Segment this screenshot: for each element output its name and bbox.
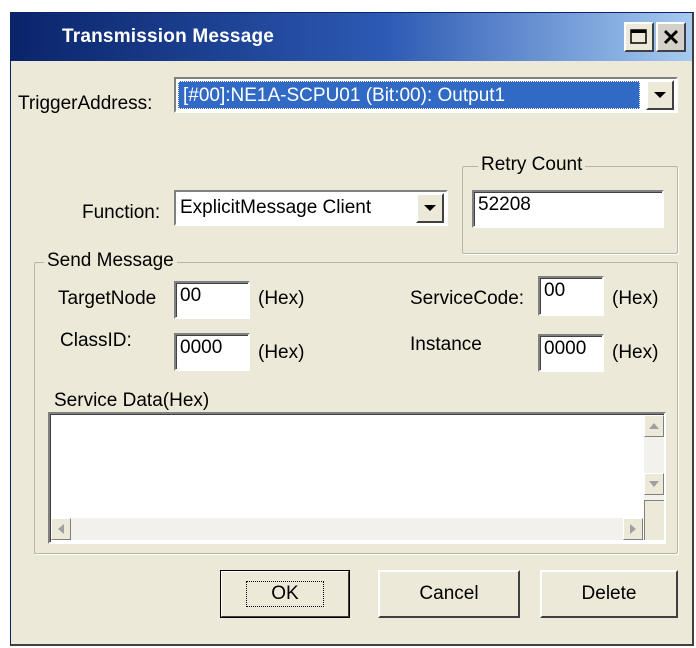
class-id-input[interactable]: 0000 (174, 333, 250, 371)
cancel-button[interactable]: Cancel (378, 570, 520, 618)
scrollbar-size-grip (644, 500, 664, 540)
function-label: Function: (82, 202, 161, 223)
horizontal-scrollbar[interactable] (51, 518, 643, 540)
ok-button[interactable]: OK (220, 570, 350, 618)
target-node-input[interactable]: 00 (174, 281, 250, 319)
instance-input[interactable]: 0000 (538, 334, 604, 372)
scroll-down-button[interactable] (644, 473, 664, 495)
scroll-left-button[interactable] (51, 518, 71, 540)
function-select[interactable]: ExplicitMessage Client (174, 190, 448, 226)
service-code-input[interactable]: 00 (538, 276, 604, 316)
service-code-unit: (Hex) (612, 288, 659, 309)
trigger-address-label: TriggerAddress: (18, 93, 153, 114)
service-data-textarea[interactable] (48, 412, 666, 544)
ok-button-label: OK (246, 581, 324, 607)
delete-button[interactable]: Delete (540, 570, 678, 618)
arrow-right-icon (630, 524, 636, 534)
service-code-label: ServiceCode: (410, 288, 525, 309)
function-dropdown-button[interactable] (416, 193, 444, 223)
service-data-label: Service Data(Hex) (54, 390, 210, 411)
target-node-label: TargetNode (58, 288, 157, 309)
trigger-address-value: [#00]:NE1A-SCPU01 (Bit:00): Output1 (178, 81, 640, 109)
trigger-address-select[interactable]: [#00]:NE1A-SCPU01 (Bit:00): Output1 (174, 77, 678, 113)
instance-unit: (Hex) (612, 342, 659, 363)
retry-count-input[interactable]: 52208 (472, 190, 664, 228)
arrow-up-icon (649, 423, 659, 429)
window-title: Transmission Message (62, 26, 275, 47)
function-value: ExplicitMessage Client (180, 197, 372, 218)
target-node-unit: (Hex) (258, 288, 305, 309)
maximize-button[interactable] (624, 22, 654, 52)
arrow-left-icon (58, 524, 64, 534)
arrow-down-icon (649, 481, 659, 487)
retry-count-group-title: Retry Count (478, 154, 586, 176)
class-id-label: ClassID: (60, 330, 132, 351)
send-message-group-title: Send Message (44, 250, 177, 272)
scroll-right-button[interactable] (623, 518, 643, 540)
instance-label: Instance (410, 334, 482, 355)
maximize-icon (630, 29, 647, 44)
chevron-down-icon (654, 92, 666, 98)
close-button[interactable] (656, 22, 686, 52)
scroll-up-button[interactable] (644, 415, 664, 437)
chevron-down-icon (424, 205, 436, 211)
trigger-address-dropdown-button[interactable] (646, 80, 674, 110)
close-icon (663, 29, 679, 45)
class-id-unit: (Hex) (258, 342, 305, 363)
